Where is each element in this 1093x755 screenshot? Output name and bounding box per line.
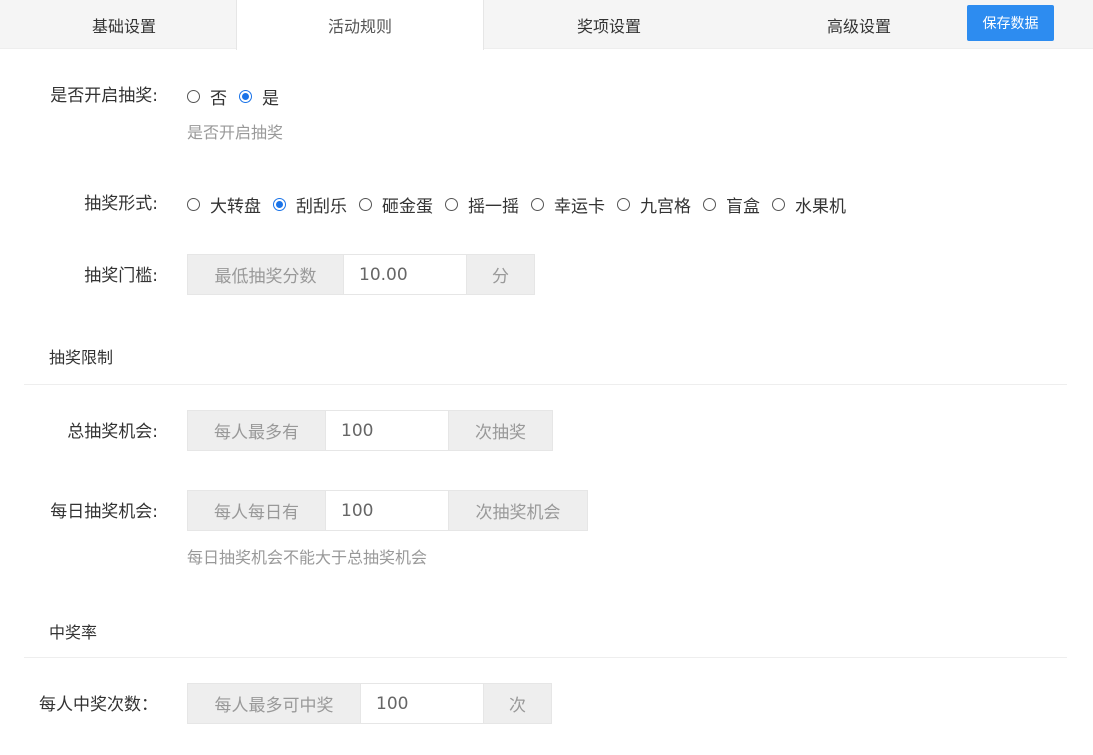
tab-activity-rules[interactable]: 活动规则 <box>236 0 484 50</box>
radio-label: 是 <box>262 88 279 109</box>
save-data-button[interactable]: 保存数据 <box>967 5 1054 41</box>
enable-lottery-no-radio[interactable]: 否 <box>187 84 227 109</box>
radio-label: 砸金蛋 <box>382 196 433 217</box>
radio-label: 幸运卡 <box>554 196 605 217</box>
daily-chances-input-group: 每人每日有 次抽奖机会 <box>187 490 588 531</box>
win-rate-divider <box>24 657 1067 658</box>
daily-chances-label: 每日抽奖机会: <box>50 502 158 522</box>
radio-label: 盲盒 <box>726 196 760 217</box>
radio-unchecked-icon <box>531 197 544 211</box>
lottery-form-radio-group: 大转盘 刮刮乐 砸金蛋 摇一摇 幸运卡 九宫格 盲盒 水果机 <box>187 192 858 217</box>
lottery-form-blind-box-radio[interactable]: 盲盒 <box>703 192 760 217</box>
radio-label: 刮刮乐 <box>296 196 347 217</box>
tab-bar: 基础设置 活动规则 奖项设置 高级设置 保存数据 <box>0 0 1093 50</box>
lottery-form-label: 抽奖形式: <box>84 194 158 214</box>
daily-chances-suffix: 次抽奖机会 <box>449 491 587 530</box>
daily-chances-prefix: 每人每日有 <box>188 491 325 530</box>
radio-label: 九宫格 <box>640 196 691 217</box>
enable-lottery-yes-radio[interactable]: 是 <box>239 84 279 109</box>
win-rate-section-title: 中奖率 <box>49 623 98 642</box>
lottery-form-lucky-card-radio[interactable]: 幸运卡 <box>531 192 605 217</box>
enable-lottery-label: 是否开启抽奖: <box>50 86 158 106</box>
total-chances-prefix: 每人最多有 <box>188 411 325 450</box>
radio-checked-icon <box>239 89 252 103</box>
total-chances-input[interactable] <box>325 411 449 450</box>
radio-label: 摇一摇 <box>468 196 519 217</box>
total-chances-label: 总抽奖机会: <box>67 422 158 442</box>
tab-prize-settings[interactable]: 奖项设置 <box>485 0 733 49</box>
threshold-label: 抽奖门槛: <box>84 266 158 286</box>
win-times-suffix: 次 <box>484 684 551 723</box>
win-times-prefix: 每人最多可中奖 <box>188 684 360 723</box>
radio-unchecked-icon <box>187 197 200 211</box>
radio-unchecked-icon <box>445 197 458 211</box>
lottery-form-fruit-machine-radio[interactable]: 水果机 <box>772 192 846 217</box>
lottery-form-grid-radio[interactable]: 九宫格 <box>617 192 691 217</box>
radio-label: 水果机 <box>795 196 846 217</box>
lottery-form-wheel-radio[interactable]: 大转盘 <box>187 192 261 217</box>
radio-label: 大转盘 <box>210 196 261 217</box>
threshold-prefix: 最低抽奖分数 <box>188 255 343 294</box>
daily-chances-help: 每日抽奖机会不能大于总抽奖机会 <box>187 548 428 567</box>
radio-unchecked-icon <box>772 197 785 211</box>
threshold-suffix: 分 <box>467 255 534 294</box>
win-times-input[interactable] <box>360 684 484 723</box>
lottery-form-egg-radio[interactable]: 砸金蛋 <box>359 192 433 217</box>
radio-label: 否 <box>210 88 227 109</box>
radio-unchecked-icon <box>187 89 200 103</box>
radio-unchecked-icon <box>703 197 716 211</box>
radio-checked-icon <box>273 197 286 211</box>
tab-basic-settings[interactable]: 基础设置 <box>0 0 248 49</box>
total-chances-suffix: 次抽奖 <box>449 411 552 450</box>
limits-section-title: 抽奖限制 <box>49 348 114 367</box>
win-times-label: 每人中奖次数： <box>39 695 158 715</box>
radio-unchecked-icon <box>617 197 630 211</box>
enable-lottery-radio-group: 否 是 <box>187 84 291 109</box>
radio-unchecked-icon <box>359 197 372 211</box>
tab-advanced-settings[interactable]: 高级设置 <box>735 0 983 49</box>
lottery-form-shake-radio[interactable]: 摇一摇 <box>445 192 519 217</box>
limits-divider <box>24 384 1067 385</box>
threshold-input-group: 最低抽奖分数 分 <box>187 254 535 295</box>
lottery-form-scratch-radio[interactable]: 刮刮乐 <box>273 192 347 217</box>
threshold-input[interactable] <box>343 255 467 294</box>
win-times-input-group: 每人最多可中奖 次 <box>187 683 552 724</box>
total-chances-input-group: 每人最多有 次抽奖 <box>187 410 553 451</box>
daily-chances-input[interactable] <box>325 491 449 530</box>
enable-lottery-help: 是否开启抽奖 <box>187 123 284 142</box>
